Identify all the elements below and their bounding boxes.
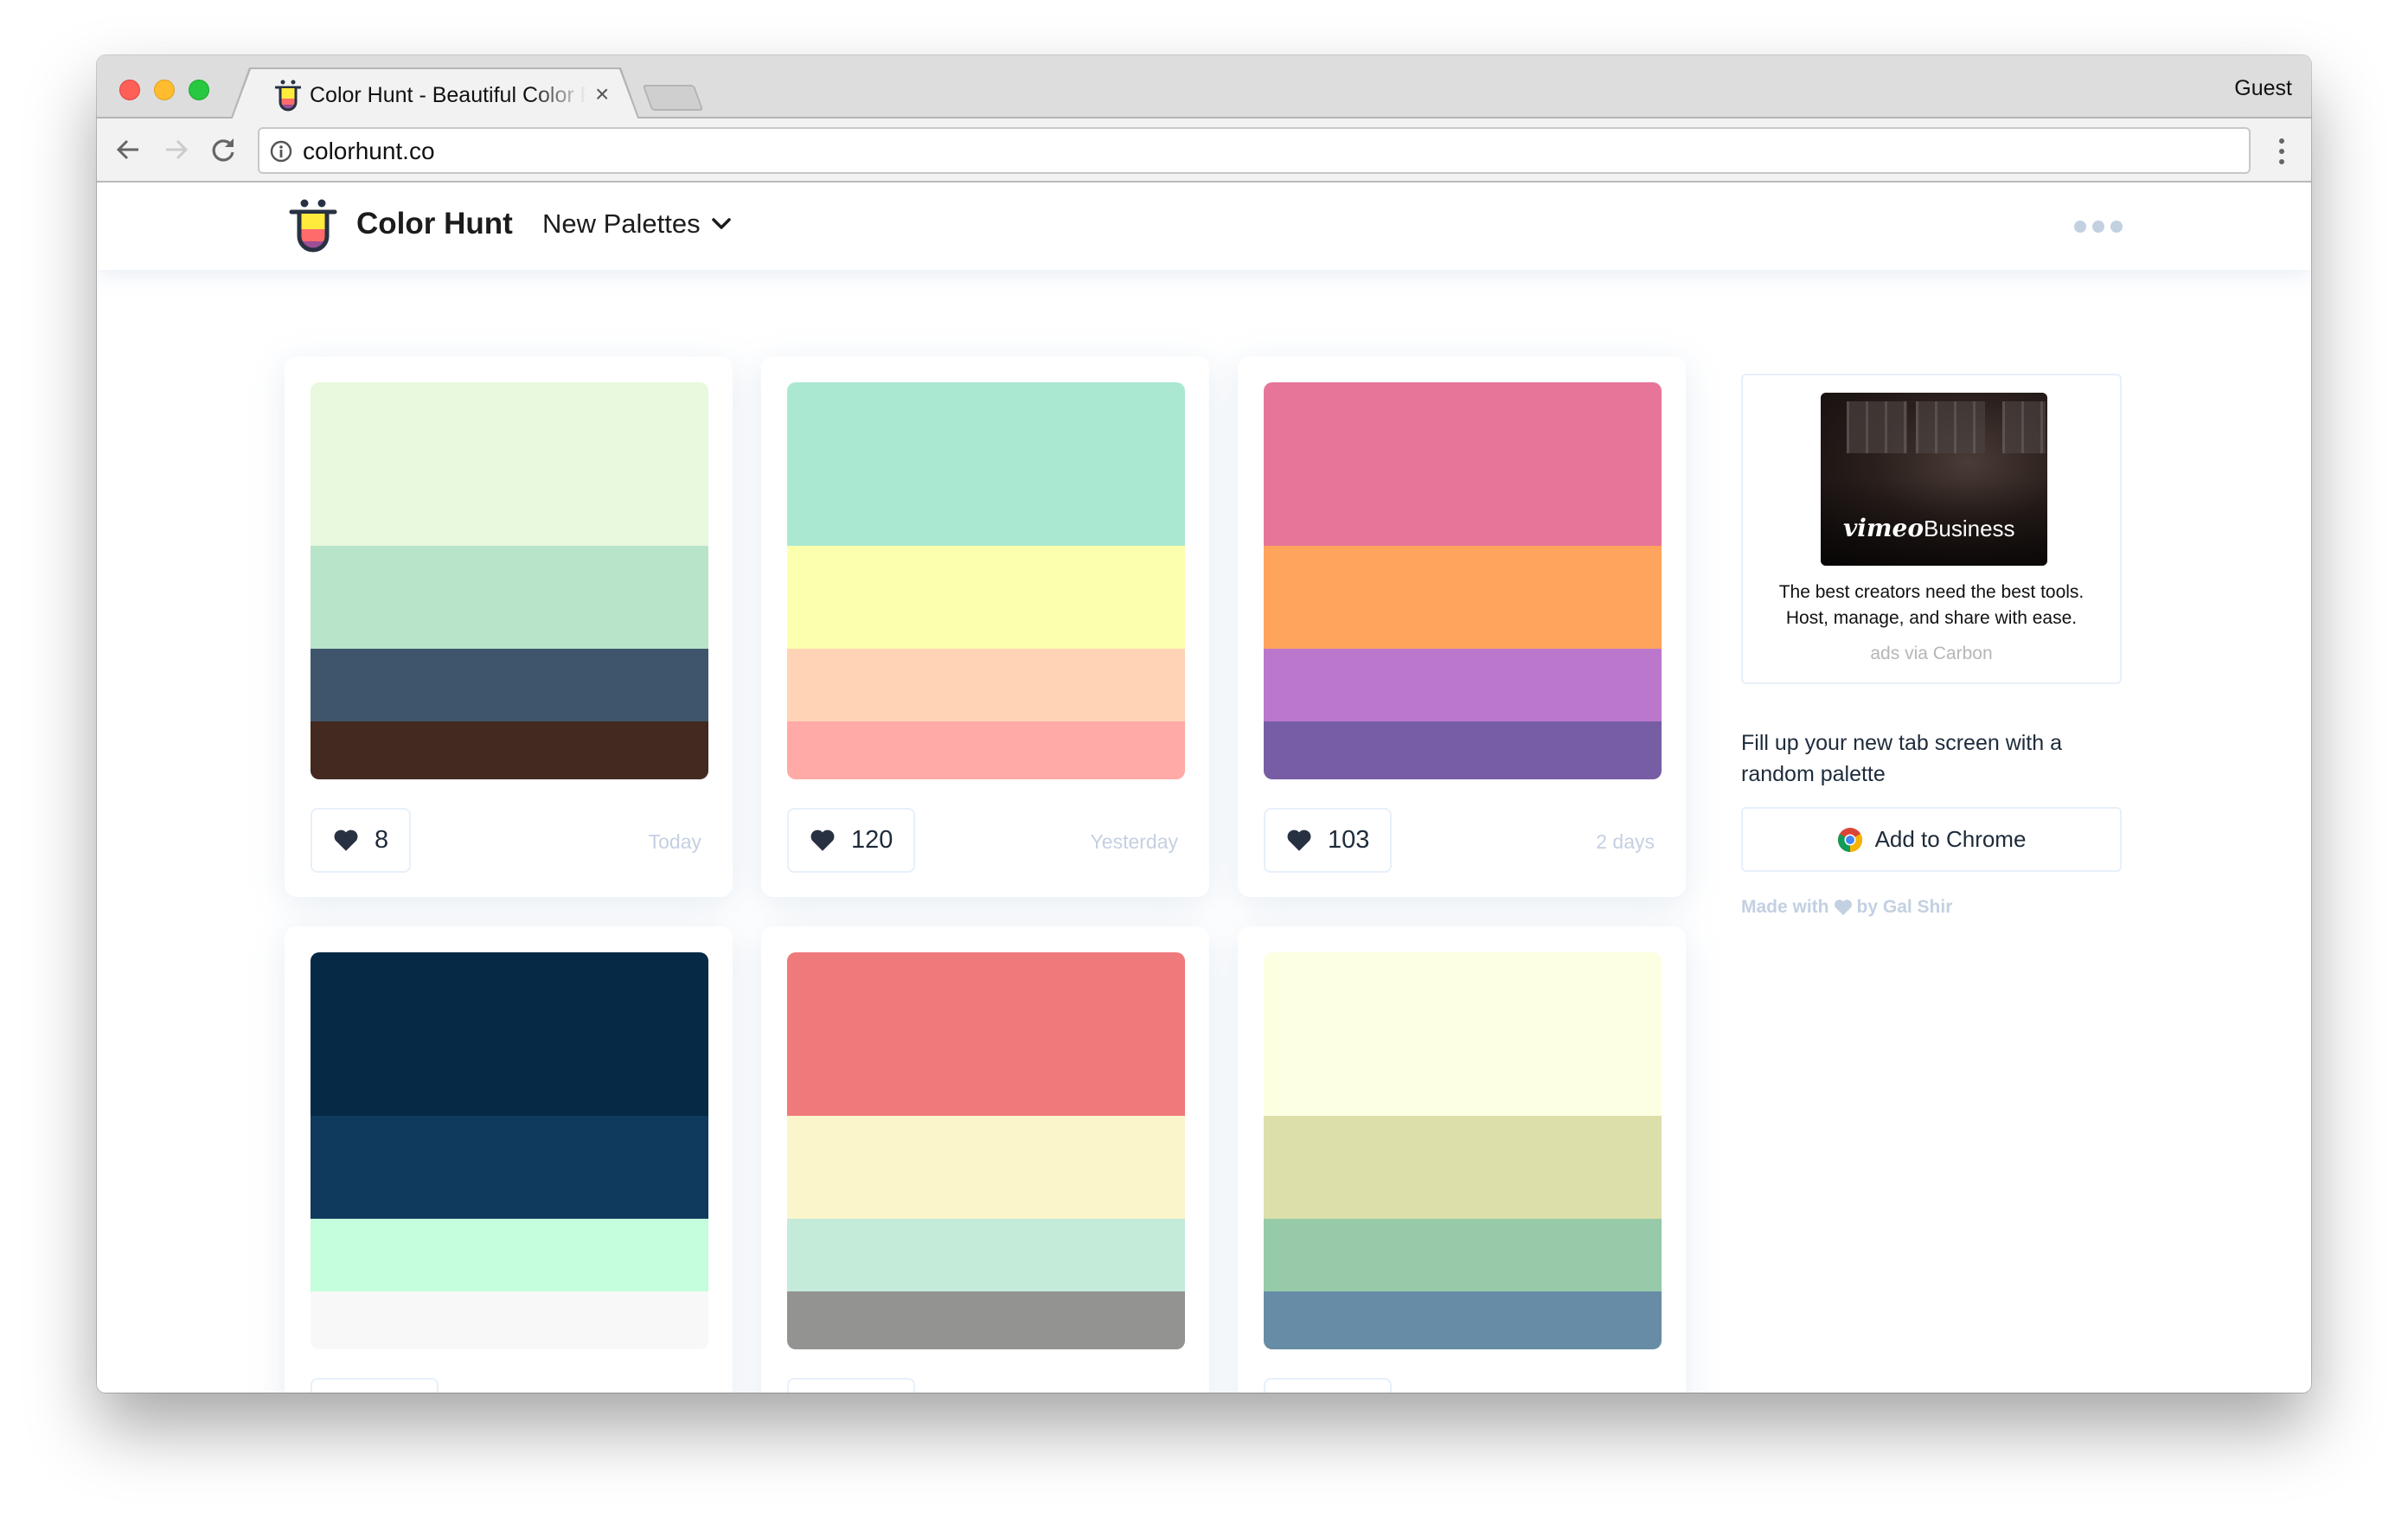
ad-image[interactable]: vimeoBusiness	[1821, 393, 2047, 566]
palette-card: 120 Yesterday	[761, 356, 1209, 897]
like-button[interactable]: 120	[787, 808, 916, 873]
palette-swatches[interactable]	[311, 952, 708, 1349]
color-swatch[interactable]	[1264, 1116, 1662, 1219]
url-text[interactable]: colorhunt.co	[303, 138, 435, 165]
more-options-icon[interactable]	[2074, 221, 2123, 233]
heart-icon	[810, 830, 835, 851]
forward-arrow-icon	[166, 139, 189, 160]
color-swatch[interactable]	[787, 1218, 1185, 1291]
like-count: 120	[851, 826, 893, 854]
color-swatch[interactable]	[1264, 952, 1662, 1117]
color-swatch[interactable]	[311, 382, 708, 547]
tab-title: Color Hunt - Beautiful Color Palettes	[310, 83, 586, 107]
dropdown-label: New Palettes	[542, 208, 701, 239]
reload-button[interactable]	[208, 134, 239, 165]
color-swatch[interactable]	[1264, 721, 1662, 779]
color-swatch[interactable]	[311, 1116, 708, 1219]
reload-icon	[212, 138, 234, 162]
color-swatch[interactable]	[311, 546, 708, 649]
info-icon[interactable]	[270, 140, 292, 163]
browser-menu-icon[interactable]	[2277, 136, 2287, 167]
color-swatch[interactable]	[1264, 382, 1662, 547]
color-swatch[interactable]	[311, 648, 708, 721]
color-swatch[interactable]	[311, 1218, 708, 1291]
back-arrow-icon	[116, 139, 138, 160]
page-content: Color Hunt New Palettes 8 Today 120 Yesterd…	[97, 183, 2311, 1393]
color-swatch[interactable]	[1264, 1291, 1662, 1349]
new-tab-button[interactable]	[642, 85, 704, 111]
like-button[interactable]: 188	[311, 1378, 439, 1393]
promo-text: Fill up your new tab screen with a rando…	[1741, 731, 2063, 786]
color-swatch[interactable]	[787, 721, 1185, 779]
credits: Made with by Gal Shir	[1741, 897, 1953, 918]
palette-date: Yesterday	[1090, 830, 1178, 853]
color-swatch[interactable]	[311, 721, 708, 779]
back-button[interactable]	[112, 134, 144, 165]
palette-swatches[interactable]	[1264, 382, 1662, 779]
ads-via-carbon-link[interactable]: ads via Carbon	[1743, 644, 2120, 664]
like-count: 8	[375, 826, 389, 854]
tab-close-icon[interactable]: ×	[595, 81, 609, 107]
minimize-window-button[interactable]	[154, 80, 175, 100]
color-swatch[interactable]	[1264, 648, 1662, 721]
palette-card: 2404 days	[761, 926, 1209, 1393]
chevron-down-icon	[711, 218, 731, 229]
add-to-chrome-label: Add to Chrome	[1874, 826, 2027, 852]
address-bar[interactable]: colorhunt.co	[258, 127, 2251, 174]
color-swatch[interactable]	[787, 648, 1185, 721]
color-swatch[interactable]	[787, 546, 1185, 649]
like-button[interactable]: 8	[311, 808, 412, 873]
palette-card: 1883 days	[285, 926, 733, 1393]
add-to-chrome-button[interactable]: Add to Chrome	[1741, 807, 2122, 872]
color-swatch[interactable]	[787, 952, 1185, 1117]
tab-strip: Color Hunt - Beautiful Color Palettes × …	[97, 55, 2311, 120]
palette-date: Today	[648, 830, 701, 853]
color-hunt-favicon-icon	[275, 80, 301, 112]
new-palettes-dropdown[interactable]: New Palettes	[542, 208, 732, 240]
forward-button[interactable]	[161, 134, 192, 165]
like-button[interactable]: 163	[1264, 1378, 1393, 1393]
browser-toolbar: colorhunt.co	[97, 119, 2311, 183]
maximize-window-button[interactable]	[189, 80, 209, 100]
tab-color-hunt[interactable]: Color Hunt - Beautiful Color Palettes ×	[232, 69, 638, 120]
palette-swatches[interactable]	[311, 382, 708, 779]
chrome-icon	[1837, 827, 1862, 852]
vimeo-business-logo: vimeoBusiness	[1843, 514, 2015, 542]
color-swatch[interactable]	[787, 1291, 1185, 1349]
color-swatch[interactable]	[787, 382, 1185, 547]
browser-window: Color Hunt - Beautiful Color Palettes × …	[97, 55, 2311, 1393]
palette-date: 2 days	[1596, 830, 1655, 853]
color-swatch[interactable]	[787, 1116, 1185, 1219]
heart-icon	[1287, 830, 1311, 851]
close-window-button[interactable]	[119, 80, 140, 100]
profile-label[interactable]: Guest	[2234, 76, 2292, 101]
color-swatch[interactable]	[1264, 546, 1662, 649]
ad-text[interactable]: The best creators need the best tools. H…	[1743, 580, 2120, 631]
site-header: Color Hunt New Palettes	[97, 183, 2311, 270]
palette-card: 103 2 days	[1238, 356, 1686, 897]
heart-icon	[1834, 900, 1852, 916]
heart-icon	[334, 830, 358, 851]
like-count: 103	[1328, 826, 1370, 854]
carbon-ad: vimeoBusiness The best creators need the…	[1741, 374, 2122, 684]
color-swatch[interactable]	[311, 1291, 708, 1349]
color-hunt-logo-icon[interactable]	[289, 198, 337, 253]
color-swatch[interactable]	[1264, 1218, 1662, 1291]
brand-name[interactable]: Color Hunt	[356, 207, 513, 241]
author-link[interactable]: by Gal Shir	[1857, 897, 1953, 918]
like-button[interactable]: 240	[787, 1378, 916, 1393]
palette-swatches[interactable]	[1264, 952, 1662, 1349]
palette-card: 8 Today	[285, 356, 733, 897]
palette-swatches[interactable]	[787, 382, 1185, 779]
color-swatch[interactable]	[311, 952, 708, 1117]
palette-card: 1635 days	[1238, 926, 1686, 1393]
like-button[interactable]: 103	[1264, 808, 1393, 873]
palette-swatches[interactable]	[787, 952, 1185, 1349]
